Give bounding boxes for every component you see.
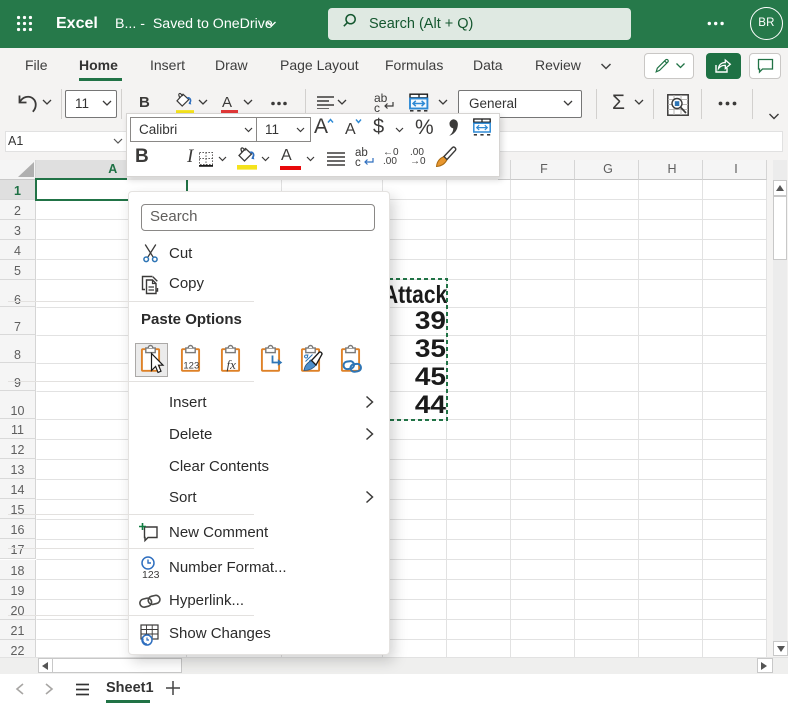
svg-text:fx: fx bbox=[227, 357, 237, 372]
svg-text:123: 123 bbox=[142, 569, 160, 580]
svg-text:123: 123 bbox=[183, 361, 199, 372]
